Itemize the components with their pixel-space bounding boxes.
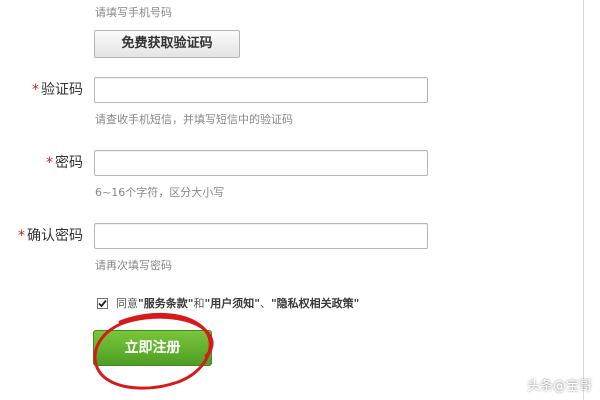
page-right-border: [583, 0, 584, 400]
get-verification-code-button[interactable]: 免费获取验证码: [94, 30, 240, 58]
toutiao-logo-icon: [505, 375, 523, 394]
checkmark-icon: [98, 299, 107, 307]
watermark: 头条@宝哥: [505, 375, 592, 394]
confirm-password-label: * 确认密码: [18, 226, 83, 246]
confirm-password-input[interactable]: [94, 223, 428, 249]
phone-hint: 请填写手机号码: [95, 6, 172, 19]
password-hint: 6~16个字符，区分大小写: [95, 186, 225, 199]
agreement-checkbox[interactable]: [97, 297, 108, 309]
required-star: *: [32, 82, 39, 98]
annotation-circle-mark: [93, 312, 214, 390]
terms-of-service-link[interactable]: "服务条款": [138, 295, 193, 311]
password-label-text: 密码: [55, 155, 83, 171]
confirm-password-hint: 请再次填写密码: [95, 259, 172, 272]
verification-code-label: * 验证码: [32, 80, 83, 100]
register-now-button[interactable]: 立即注册: [93, 330, 212, 366]
verification-code-label-text: 验证码: [41, 82, 83, 98]
verification-code-hint: 请查收手机短信，并填写短信中的验证码: [95, 113, 293, 126]
agreement-prefix: 同意: [116, 297, 138, 310]
agreement-row: 同意 "服务条款" 和 "用户须知" 、 "隐私权相关政策": [97, 295, 359, 311]
watermark-text: 头条@宝哥: [526, 379, 592, 394]
privacy-policy-link[interactable]: "隐私权相关政策": [271, 295, 359, 311]
required-star: *: [18, 228, 25, 244]
password-label: * 密码: [46, 153, 83, 173]
verification-code-input[interactable]: [94, 77, 428, 103]
agreement-and: 和: [193, 297, 205, 310]
required-star: *: [46, 155, 53, 171]
user-notice-link[interactable]: "用户须知": [204, 295, 259, 311]
confirm-password-label-text: 确认密码: [27, 228, 83, 244]
password-input[interactable]: [94, 150, 428, 176]
agreement-separator: 、: [259, 297, 271, 310]
